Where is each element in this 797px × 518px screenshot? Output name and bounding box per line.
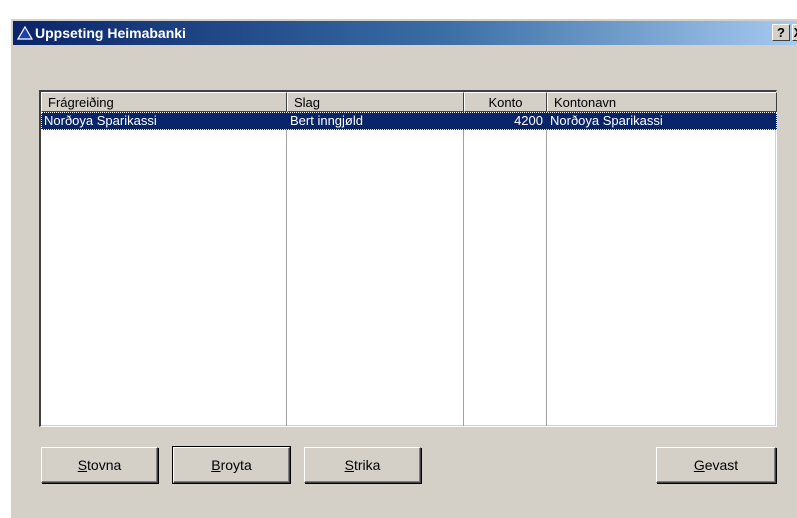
cell-description: Norðoya Sparikassi <box>44 113 157 128</box>
delete-button-mnemonic: S <box>344 457 354 473</box>
app-triangle-icon <box>16 25 34 41</box>
column-divider <box>286 112 287 426</box>
delete-button-label: trika <box>353 457 381 473</box>
close-dialog-button-mnemonic: G <box>693 457 705 473</box>
close-dialog-button-label: evast <box>704 457 739 473</box>
cell-account-name: Norðoya Sparikassi <box>550 113 663 128</box>
cell-account: 4200 <box>514 113 543 128</box>
column-header-description[interactable]: Frágreiðing <box>41 92 287 112</box>
column-divider <box>546 112 547 426</box>
list-header: Frágreiðing Slag Konto Kontonavn <box>41 92 777 112</box>
edit-button-label: royta <box>220 457 252 473</box>
dialog-window: Uppseting Heimabanki ? X Frágreiðing Sla… <box>10 18 797 518</box>
create-button[interactable]: Stovna <box>41 447 158 483</box>
create-button-label: tovna <box>87 457 122 473</box>
close-button[interactable]: X <box>792 24 797 41</box>
column-header-account-name[interactable]: Kontonavn <box>547 92 777 112</box>
edit-button-mnemonic: B <box>211 457 221 473</box>
help-button[interactable]: ? <box>772 24 790 41</box>
column-divider <box>463 112 464 426</box>
column-header-account[interactable]: Konto <box>464 92 547 112</box>
edit-button[interactable]: Broyta <box>173 447 290 483</box>
window-title: Uppseting Heimabanki <box>35 25 186 41</box>
cell-type: Bert inngjøld <box>290 113 363 128</box>
delete-button[interactable]: Strika <box>304 447 421 483</box>
table-row[interactable]: Norðoya Sparikassi Bert inngjøld 4200 No… <box>41 112 777 130</box>
close-dialog-button[interactable]: Gevast <box>656 447 776 483</box>
column-header-type[interactable]: Slag <box>287 92 464 112</box>
create-button-mnemonic: S <box>77 457 88 473</box>
title-bar[interactable]: Uppseting Heimabanki ? X <box>13 21 797 45</box>
bank-setup-list[interactable]: Frágreiðing Slag Konto Kontonavn Norðoya… <box>39 90 777 427</box>
